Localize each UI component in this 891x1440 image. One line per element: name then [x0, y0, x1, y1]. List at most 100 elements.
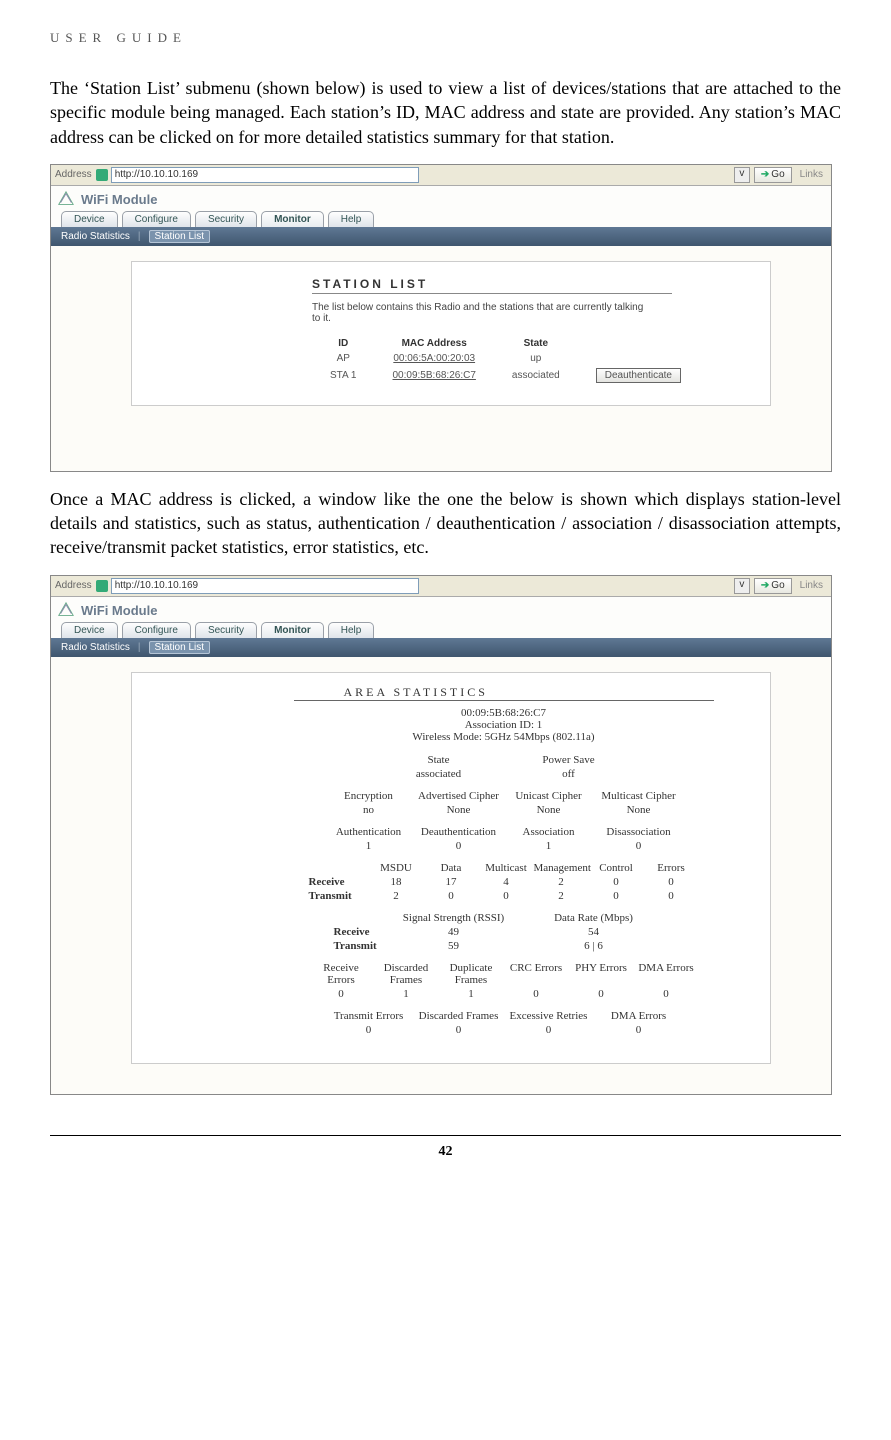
- power-save-value: off: [504, 767, 634, 781]
- tab-help-2[interactable]: Help: [328, 622, 375, 638]
- col-id: ID: [312, 336, 375, 351]
- tab-monitor-2[interactable]: Monitor: [261, 622, 324, 638]
- mul-cipher-value: None: [594, 803, 684, 817]
- tab-device[interactable]: Device: [61, 211, 118, 227]
- power-save-label: Power Save: [504, 753, 634, 767]
- dropdown-icon[interactable]: v: [734, 167, 750, 183]
- rx-multi: 4: [479, 875, 534, 889]
- rx-msdu: 18: [369, 875, 424, 889]
- stats-mac: 00:09:5B:68:26:C7: [262, 707, 745, 719]
- deauth-value: 0: [414, 839, 504, 853]
- area-stats-title: AREA STATISTICS: [294, 685, 714, 701]
- crc-errors-label: CRC Errors: [504, 961, 569, 987]
- uni-cipher-label: Unicast Cipher: [504, 789, 594, 803]
- excessive-retries-label: Excessive Retries: [504, 1009, 594, 1023]
- address-label: Address: [55, 169, 92, 180]
- datarate-rx: 54: [514, 925, 674, 939]
- col-data: Data: [424, 861, 479, 875]
- row2-mac[interactable]: 00:09:5B:68:26:C7: [375, 366, 494, 385]
- row1-id: AP: [312, 351, 375, 366]
- tx-msdu: 2: [369, 889, 424, 903]
- dropdown-icon-2[interactable]: v: [734, 578, 750, 594]
- sub-nav: Radio Statistics | Station List: [51, 227, 831, 246]
- disassoc-label: Disassociation: [594, 825, 684, 839]
- links-label-2[interactable]: Links: [796, 580, 827, 591]
- sub-nav-2: Radio Statistics | Station List: [51, 638, 831, 657]
- crc-errors-val: 0: [504, 987, 569, 1001]
- col-multicast: Multicast: [479, 861, 534, 875]
- stats-mode: Wireless Mode: 5GHz 54Mbps (802.11a): [262, 731, 745, 743]
- phy-errors-val: 0: [569, 987, 634, 1001]
- rx-mgmt: 2: [534, 875, 589, 889]
- excessive-retries-val: 0: [504, 1023, 594, 1037]
- tab-help[interactable]: Help: [328, 211, 375, 227]
- row1-mac[interactable]: 00:06:5A:00:20:03: [375, 351, 494, 366]
- station-table: ID MAC Address State AP 00:06:5A:00:20:0…: [312, 336, 699, 385]
- tab-configure-2[interactable]: Configure: [122, 622, 191, 638]
- rx-label-2: Receive: [334, 925, 394, 939]
- subnav-radio-2[interactable]: Radio Statistics: [61, 642, 130, 653]
- rx-label: Receive: [309, 875, 369, 889]
- tab-configure[interactable]: Configure: [122, 211, 191, 227]
- discarded-frames-2-val: 0: [414, 1023, 504, 1037]
- subnav-station-2[interactable]: Station List: [149, 641, 210, 654]
- tx-mgmt: 2: [534, 889, 589, 903]
- tx-label-2: Transmit: [334, 939, 394, 953]
- ie-icon-2: [96, 580, 108, 592]
- rssi-label: Signal Strength (RSSI): [394, 911, 514, 925]
- row2-state: associated: [494, 366, 578, 385]
- uni-cipher-value: None: [504, 803, 594, 817]
- tab-security-2[interactable]: Security: [195, 622, 257, 638]
- adv-cipher-label: Advertised Cipher: [414, 789, 504, 803]
- subnav-radio[interactable]: Radio Statistics: [61, 231, 130, 242]
- rx-data: 17: [424, 875, 479, 889]
- col-control: Control: [589, 861, 644, 875]
- rx-errors-val: 0: [309, 987, 374, 1001]
- station-list-panel: STATION LIST The list below contains thi…: [131, 261, 771, 406]
- duplicate-frames-label: Duplicate Frames: [439, 961, 504, 987]
- rx-errors-label: Receive Errors: [309, 961, 374, 987]
- encryption-label: Encryption: [324, 789, 414, 803]
- tab-device-2[interactable]: Device: [61, 622, 118, 638]
- mul-cipher-label: Multicast Cipher: [594, 789, 684, 803]
- assoc-value: 1: [504, 839, 594, 853]
- deauth-button[interactable]: Deauthenticate: [596, 368, 681, 383]
- module-title-2: WiFi Module: [51, 597, 831, 622]
- subnav-station[interactable]: Station List: [149, 230, 210, 243]
- tab-monitor[interactable]: Monitor: [261, 211, 324, 227]
- dma-errors-2-val: 0: [594, 1023, 684, 1037]
- tabs: Device Configure Security Monitor Help: [51, 211, 831, 227]
- discarded-frames-label: Discarded Frames: [374, 961, 439, 987]
- rssi-rx: 49: [394, 925, 514, 939]
- tx-err: 0: [644, 889, 699, 903]
- links-label[interactable]: Links: [796, 169, 827, 180]
- tab-security[interactable]: Security: [195, 211, 257, 227]
- address-label-2: Address: [55, 580, 92, 591]
- tx-errors-val: 0: [324, 1023, 414, 1037]
- paragraph-1: The ‘Station List’ submenu (shown below)…: [50, 76, 841, 149]
- url-box-2[interactable]: http://10.10.10.169: [111, 578, 419, 594]
- screenshot-area-stats: Address http://10.10.10.169 v ➔Go Links …: [50, 575, 832, 1095]
- go-button[interactable]: ➔Go: [754, 167, 792, 183]
- address-bar-2: Address http://10.10.10.169 v ➔Go Links: [51, 576, 831, 597]
- deauth-label: Deauthentication: [414, 825, 504, 839]
- tx-multi: 0: [479, 889, 534, 903]
- address-bar: Address http://10.10.10.169 v ➔Go Links: [51, 165, 831, 186]
- url-box[interactable]: http://10.10.10.169: [111, 167, 419, 183]
- phy-errors-label: PHY Errors: [569, 961, 634, 987]
- dma-errors-2-label: DMA Errors: [594, 1009, 684, 1023]
- rssi-tx: 59: [394, 939, 514, 953]
- tx-data: 0: [424, 889, 479, 903]
- col-mgmt: Management: [534, 861, 589, 875]
- datarate-label: Data Rate (Mbps): [514, 911, 674, 925]
- duplicate-frames-val: 1: [439, 987, 504, 1001]
- wifi-icon-2: [57, 601, 75, 619]
- dma-errors-label: DMA Errors: [634, 961, 699, 987]
- state-value: associated: [374, 767, 504, 781]
- row2-id: STA 1: [312, 366, 375, 385]
- page-header: USER GUIDE: [50, 30, 841, 46]
- discarded-frames-2-label: Discarded Frames: [414, 1009, 504, 1023]
- go-button-2[interactable]: ➔Go: [754, 578, 792, 594]
- page-number: 42: [50, 1144, 841, 1160]
- discarded-frames-val: 1: [374, 987, 439, 1001]
